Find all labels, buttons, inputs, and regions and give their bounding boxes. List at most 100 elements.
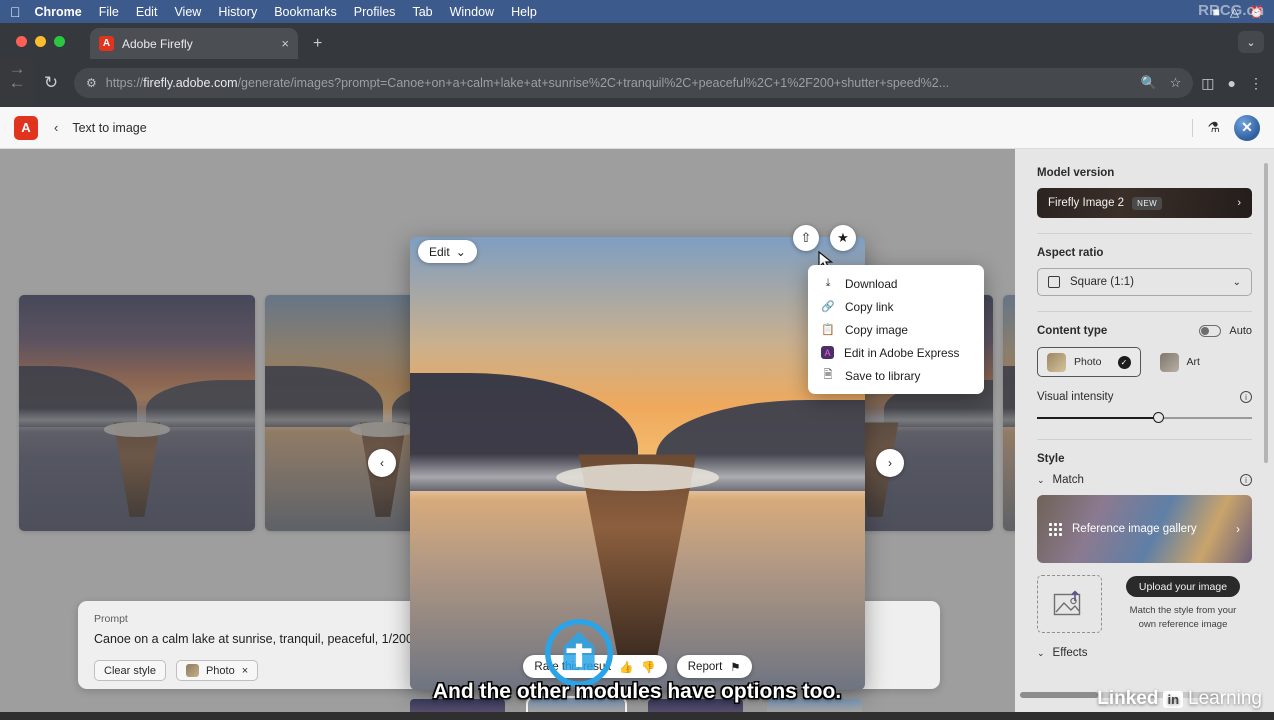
menu-item-save-to-library[interactable]: 🗎 Save to library [808,364,984,387]
menu-item-profiles[interactable]: Profiles [354,5,396,19]
window-close-button[interactable] [16,36,27,47]
window-maximize-button[interactable] [54,36,65,47]
chevron-right-icon: › [1237,197,1241,209]
menu-item-edit[interactable]: Edit [136,5,158,19]
auto-label: Auto [1229,325,1252,337]
menu-item-view[interactable]: View [174,5,201,19]
new-badge: NEW [1132,196,1163,210]
style-chip-photo[interactable]: Photo × [175,660,259,681]
model-version-selector[interactable]: Firefly Image 2 NEW › [1037,188,1252,218]
flask-icon[interactable]: ⚗ [1207,119,1220,136]
menu-item-help[interactable]: Help [511,5,537,19]
divider [1037,311,1252,312]
report-button[interactable]: Report ⚑ [676,655,752,678]
style-chip-remove-icon[interactable]: × [242,665,248,677]
style-chip-label: Photo [205,664,235,677]
watermark-rrcg-cn: RRCG.cn [1198,2,1264,19]
close-icon[interactable]: ✕ [1234,114,1260,141]
divider [1037,233,1252,234]
thumbs-down-icon[interactable]: 👎 [641,660,655,674]
video-caption: And the other modules have options too. [432,680,842,703]
style-title: Style [1037,453,1065,465]
next-image-button[interactable]: › [876,449,904,477]
info-icon[interactable]: i [1240,391,1252,403]
tab-search-button[interactable]: ⌄ [1238,31,1264,53]
adobe-express-icon: A [821,346,834,359]
reference-image-gallery-button[interactable]: Reference image gallery › [1037,495,1252,563]
browser-tab[interactable]: A Adobe Firefly × [90,28,298,59]
main-generated-image[interactable] [410,237,865,690]
browser-tab-strip: A Adobe Firefly × + ⌄ [0,23,1274,59]
effects-accordion[interactable]: ⌄ Effects [1037,647,1252,659]
grid-icon [1049,522,1062,536]
auto-toggle[interactable] [1199,325,1222,337]
edit-button[interactable]: Edit ⌄ [418,240,477,263]
menu-kebab-icon[interactable]: ⋮ [1249,75,1263,92]
flag-icon: ⚑ [730,661,741,674]
download-icon: ⤓ [825,277,831,289]
star-icon: ★ [837,230,849,245]
visual-intensity-header: Visual intensity i [1037,391,1252,403]
content-type-art[interactable]: Art [1151,347,1253,377]
style-match-label: Match [1052,474,1084,486]
style-match-accordion[interactable]: ⌄ Match i [1037,474,1252,486]
site-settings-icon[interactable]: ⚙ [86,76,97,90]
info-icon[interactable]: i [1240,474,1252,486]
address-bar[interactable]: ⚙ https://firefly.adobe.com/generate/ima… [74,68,1194,98]
apple-icon[interactable]:  [10,5,21,19]
share-dropdown-menu: ⤓ Download 🔗 Copy link 📋 Copy image A Ed… [808,265,984,394]
side-panel-icon[interactable]: ◫ [1201,75,1214,92]
new-tab-button[interactable]: + [313,35,322,53]
chevron-down-icon: ⌄ [1232,276,1241,288]
search-icon[interactable]: 🔍 [1140,75,1156,91]
adobe-logo-icon[interactable]: A [14,115,38,140]
profile-icon[interactable]: ● [1228,75,1236,91]
content-type-art-label: Art [1186,356,1200,368]
menu-item-bookmarks[interactable]: Bookmarks [274,5,337,19]
visual-intensity-slider[interactable] [1037,412,1252,424]
menu-item-tab[interactable]: Tab [412,5,432,19]
back-chevron-icon[interactable]: ‹ [54,120,58,135]
forward-button[interactable]: → [0,59,34,107]
slider-handle[interactable] [1153,412,1165,423]
square-icon [1048,276,1060,288]
menu-item-download[interactable]: ⤓ Download [808,272,984,295]
upload-text-column: Upload your image Match the style from y… [1114,576,1252,632]
menu-item-history[interactable]: History [218,5,257,19]
toolbar-right-icons: ◫ ● ⋮ [1201,75,1274,92]
favorite-button[interactable]: ★ [830,225,856,251]
screen:  Chrome File Edit View History Bookmark… [0,0,1274,720]
upload-your-image-button[interactable]: Upload your image [1125,576,1241,598]
image-upload-icon[interactable] [1037,575,1102,633]
content-type-title: Content type [1037,325,1108,337]
tab-title: Adobe Firefly [122,36,193,51]
chevron-down-icon: ⌄ [1037,647,1045,658]
tab-close-icon[interactable]: × [281,36,289,51]
menu-item-edit-in-adobe-express[interactable]: A Edit in Adobe Express [808,341,984,364]
menu-item-copy-image[interactable]: 📋 Copy image [808,318,984,341]
model-version-value: Firefly Image 2 [1048,197,1125,209]
menu-item-window[interactable]: Window [450,5,494,19]
divider [1037,439,1252,440]
upload-desc-line1: Match the style from your [1129,605,1237,617]
prev-image-button[interactable]: ‹ [368,449,396,477]
content-type-photo[interactable]: Photo ✓ [1037,347,1141,377]
menu-item-chrome[interactable]: Chrome [35,5,82,19]
link-icon: 🔗 [821,301,835,313]
save-library-icon: 🗎 [823,369,833,381]
bookmark-icon[interactable]: ☆ [1170,75,1182,91]
window-minimize-button[interactable] [35,36,46,47]
aspect-ratio-select[interactable]: Square (1:1) ⌄ [1037,268,1252,296]
share-button[interactable]: ⇧ [793,225,819,251]
window-controls[interactable] [16,36,65,47]
effects-label: Effects [1052,647,1088,659]
thumbs-up-icon[interactable]: 👍 [619,660,633,674]
address-bar-url: https://firefly.adobe.com/generate/image… [105,76,950,90]
bottom-bar [0,712,1274,720]
clear-style-button[interactable]: Clear style [94,660,166,681]
options-panel: Model version Firefly Image 2 NEW › Aspe… [1015,149,1274,720]
menu-item-copy-link[interactable]: 🔗 Copy link [808,295,984,318]
reload-button[interactable]: ↻ [34,73,68,93]
header-right-actions: ⚗ ✕ [1192,114,1260,141]
menu-item-file[interactable]: File [99,5,119,19]
